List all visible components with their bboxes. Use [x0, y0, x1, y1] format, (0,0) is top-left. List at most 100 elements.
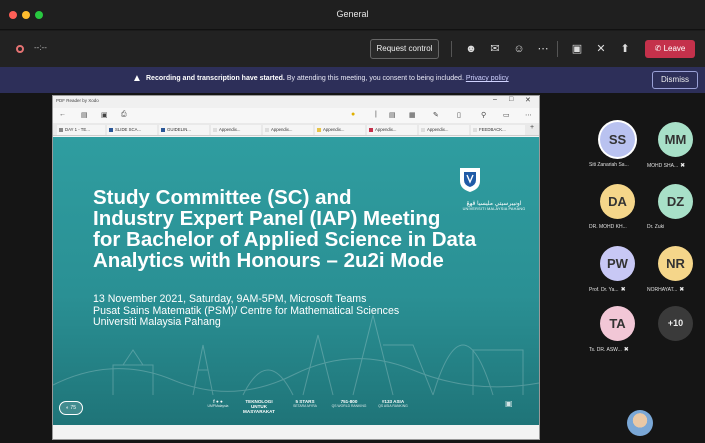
overflow-count: +10 — [658, 306, 693, 341]
pdf-tab[interactable]: Appendix... — [367, 125, 417, 135]
pdf-tab-strip: DAY 1 - TE... SLIDE SCA... GUIDELIN... A… — [53, 123, 539, 136]
pdf-title-bar: PDF Reader by Xodo – □ ✕ — [53, 96, 539, 108]
leave-button[interactable]: ✆ Leave — [645, 40, 695, 58]
participant-name: NORHAYAT... ✖ — [647, 287, 685, 293]
recording-banner: ▲ Recording and transcription have start… — [0, 67, 705, 93]
more-options-icon[interactable]: ⋯ — [525, 111, 532, 119]
participant-name: DR. MOHD KH... — [589, 224, 627, 230]
document-icon — [161, 127, 165, 132]
people-icon[interactable]: ☻ — [463, 41, 479, 57]
participant-tile[interactable]: NR NORHAYAT... ✖ — [647, 246, 705, 302]
stars-rating: 5 STARS SETARA MYRA — [293, 399, 317, 408]
minimize-icon[interactable]: – — [493, 96, 497, 103]
avatar: SS — [600, 122, 635, 157]
warning-icon: ▲ — [132, 73, 142, 84]
view-mode-icon[interactable]: ▤ — [389, 111, 396, 119]
leave-label: Leave — [663, 44, 686, 53]
new-tab-icon[interactable]: + — [530, 124, 534, 131]
participant-gallery: SS Siti Zanariah Sa... MM MOHD SHA... ✖ D… — [583, 100, 705, 443]
fullscreen-icon[interactable]: ▣ — [505, 399, 513, 408]
dismiss-button[interactable]: Dismiss — [652, 71, 698, 89]
mic-off-icon[interactable]: ✕ — [593, 41, 609, 57]
pdf-tab[interactable]: GUIDELIN... — [159, 125, 209, 135]
banner-text: By attending this meeting, you consent t… — [286, 75, 464, 82]
slide-zoom-control[interactable]: ◐ 75 — [59, 401, 83, 415]
overflow-participants-tile[interactable]: +10 — [647, 306, 705, 362]
banner-bold-text: Recording and transcription have started… — [146, 75, 285, 82]
pdf-tab[interactable]: Appendix... — [315, 125, 365, 135]
phone-icon: ✆ — [654, 44, 662, 53]
request-control-button[interactable]: Request control — [370, 39, 439, 59]
pdf-tab[interactable]: FEEDBACK... — [471, 125, 525, 135]
reactions-icon[interactable]: ☺ — [511, 41, 527, 57]
pdf-toolbar: ← ▤ ▣ ⎙ ● | ▤ ▦ ✎ ▯ ⚲ ▭ ⋯ — [53, 108, 539, 123]
maximize-icon[interactable]: □ — [509, 96, 513, 103]
participant-tile[interactable]: TA Ts. DR. ASW... ✖ — [589, 306, 647, 362]
document-icon — [317, 127, 321, 132]
pdf-tab[interactable]: SLIDE SCA... — [107, 125, 157, 135]
share-icon[interactable]: ⬆ — [617, 41, 633, 57]
edit-icon[interactable]: ✎ — [433, 111, 439, 119]
social-handle: f ● ● UMPMalaysia — [207, 399, 229, 408]
tagline: TEKNOLOGI UNTUK MASYARAKAT — [243, 399, 275, 414]
participant-name: Ts. DR. ASW... ✖ — [589, 347, 629, 353]
meeting-toolbar: --:-- Request control ☻ ✉ ☺ ⋯ ▣ ✕ ⬆ ✆ Le… — [0, 31, 705, 67]
avatar: TA — [600, 306, 635, 341]
recording-indicator-icon — [16, 45, 24, 53]
slide-title: Study Committee (SC) and Industry Expert… — [93, 186, 477, 272]
more-icon[interactable]: ⋯ — [535, 41, 551, 57]
bookmark-icon[interactable]: ▯ — [457, 111, 461, 119]
participant-tile[interactable]: SS Siti Zanariah Sa... — [589, 122, 647, 178]
qs-asia-ranking: #133 ASIA QS ASIA RANKING — [378, 399, 408, 408]
document-icon — [109, 127, 113, 132]
save-icon[interactable]: ▣ — [101, 111, 108, 119]
avatar: NR — [658, 246, 693, 281]
divider-icon: | — [375, 111, 377, 118]
teams-window: General --:-- Request control ☻ ✉ ☺ ⋯ ▣ … — [0, 0, 705, 443]
logo-arabic-text: اونيبرسيتي مليسيا ڤهڠ — [466, 201, 522, 207]
presentation-slide: Study Committee (SC) and Industry Expert… — [53, 137, 539, 425]
document-icon — [369, 127, 373, 132]
self-view-avatar[interactable] — [627, 410, 653, 436]
camera-off-icon[interactable]: ▣ — [569, 41, 585, 57]
participant-tile[interactable]: PW Prof. Dr. Ya... ✖ — [589, 246, 647, 302]
mic-muted-icon: ✖ — [623, 347, 629, 353]
lightbulb-icon[interactable]: ● — [351, 111, 355, 118]
toolbar-divider — [451, 41, 452, 57]
document-icon — [59, 127, 63, 132]
privacy-policy-link[interactable]: Privacy policy — [466, 75, 509, 82]
logo-english-text: UNIVERSITI MALAYSIA PAHANG — [462, 207, 526, 211]
pdf-tab[interactable]: DAY 1 - TE... — [57, 125, 105, 135]
qs-world-ranking: 751-800 QS WORLD RANKING — [331, 399, 367, 408]
thumbnail-icon[interactable]: ▦ — [409, 111, 416, 119]
chat-icon[interactable]: ✉ — [487, 41, 503, 57]
pdf-app-title: PDF Reader by Xodo — [56, 98, 99, 103]
participant-name: Dr. Zuki — [647, 224, 665, 230]
back-icon[interactable]: ← — [59, 111, 66, 118]
avatar: DZ — [658, 184, 693, 219]
file-icon[interactable]: ▤ — [81, 111, 88, 119]
participant-tile[interactable]: MM MOHD SHA... ✖ — [647, 122, 705, 178]
shared-pdf-viewer: PDF Reader by Xodo – □ ✕ ← ▤ ▣ ⎙ ● | ▤ ▦… — [52, 95, 540, 440]
document-icon — [473, 127, 477, 132]
meeting-timer: --:-- — [34, 43, 47, 52]
pdf-tab[interactable]: Appendix... — [419, 125, 469, 135]
mic-muted-icon: ✖ — [679, 287, 685, 293]
pdf-tab[interactable]: Appendix... — [211, 125, 261, 135]
participant-tile[interactable]: DZ Dr. Zuki — [647, 184, 705, 240]
title-bar: General — [0, 0, 705, 30]
pdf-tab[interactable]: Appendix... — [263, 125, 313, 135]
close-icon[interactable]: ✕ — [525, 96, 531, 104]
avatar: DA — [600, 184, 635, 219]
participant-name: Prof. Dr. Ya... ✖ — [589, 287, 626, 293]
search-icon[interactable]: ⚲ — [481, 111, 486, 119]
mic-muted-icon: ✖ — [620, 287, 626, 293]
participant-tile[interactable]: DA DR. MOHD KH... — [589, 184, 647, 240]
print-icon[interactable]: ⎙ — [121, 111, 127, 119]
banner-message: Recording and transcription have started… — [146, 75, 509, 82]
slide-footer: ◐ 75 f ● ● UMPMalaysia TEKNOLOGI UNTUK M… — [53, 389, 539, 425]
slide-subtitle: 13 November 2021, Saturday, 9AM-5PM, Mic… — [93, 293, 400, 328]
participant-name: Siti Zanariah Sa... — [589, 162, 629, 168]
share-doc-icon[interactable]: ▭ — [503, 111, 510, 119]
avatar: PW — [600, 246, 635, 281]
